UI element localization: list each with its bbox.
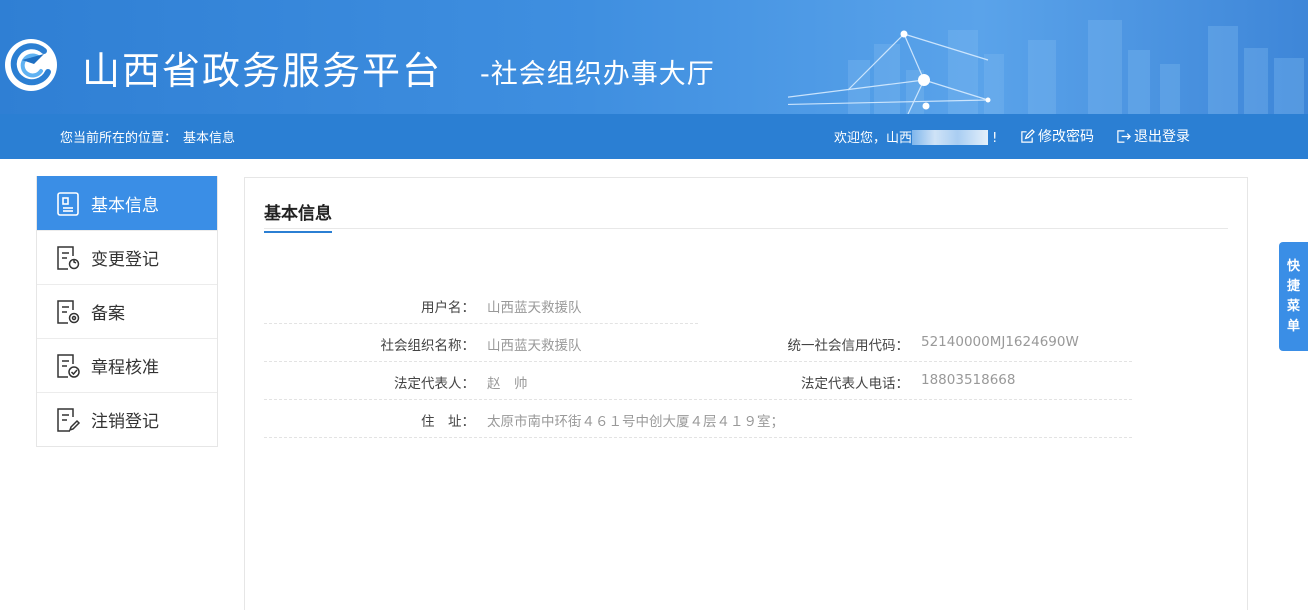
welcome-message: 欢迎您，山西 ! [834, 130, 998, 146]
field-credit-code: 统一社会信用代码： 52140000MJ1624690W [679, 323, 1139, 361]
field-org-name: 社会组织名称： 山西蓝天救援队 [245, 323, 705, 361]
profile-icon [57, 191, 79, 216]
row-divider [264, 437, 1132, 438]
logout-link[interactable]: 退出登录 [1116, 126, 1190, 146]
sidebar-item-change-registration[interactable]: 变更登记 [37, 230, 217, 284]
sidebar-item-label: 基本信息 [91, 196, 159, 216]
sidebar-menu: 基本信息 变更登记 备案 章程核准 注销登记 [36, 176, 218, 447]
platform-title: 山西省政务服务平台 [82, 49, 443, 93]
breadcrumb-label: 您当前所在的位置： [60, 131, 178, 146]
field-value: 赵 帅 [487, 376, 528, 392]
logout-label: 退出登录 [1134, 129, 1190, 145]
sidebar-item-label: 章程核准 [91, 358, 159, 378]
field-label: 法定代表人电话： [801, 376, 909, 392]
masked-username [912, 130, 989, 145]
field-value: 山西蓝天救援队 [487, 300, 582, 316]
field-value: 52140000MJ1624690W [921, 334, 1079, 350]
sidebar-item-label: 备案 [91, 304, 125, 324]
field-username: 用户名： 山西蓝天救援队 [245, 285, 705, 323]
field-label: 住 址： [421, 414, 475, 430]
quick-menu-tab[interactable]: 快捷菜单 [1279, 242, 1308, 351]
change-password-label: 修改密码 [1038, 129, 1094, 145]
sidebar-item-label: 注销登记 [91, 412, 159, 432]
field-label: 法定代表人： [394, 376, 475, 392]
quick-menu-label: 快捷菜单 [1286, 258, 1300, 334]
sidebar-item-label: 变更登记 [91, 250, 159, 270]
platform-subtitle: -社会组织办事大厅 [480, 59, 715, 90]
basic-info-panel: 基本信息 用户名： 山西蓝天救援队 社会组织名称： 山西蓝天救援队 统一社会信用… [244, 177, 1248, 610]
field-label: 社会组织名称： [380, 338, 476, 354]
change-password-link[interactable]: 修改密码 [1020, 126, 1094, 146]
top-navbar: 您当前所在的位置： 基本信息 欢迎您，山西 ! 修改密码 退出登录 [0, 114, 1308, 159]
logout-icon [1117, 129, 1131, 143]
field-legal-representative: 法定代表人： 赵 帅 [245, 361, 705, 399]
sidebar-item-filing[interactable]: 备案 [37, 284, 217, 338]
field-label: 用户名： [421, 300, 475, 316]
document-check-icon [57, 353, 80, 378]
document-settings-icon [57, 299, 80, 324]
welcome-text: 欢迎您，山西 [834, 131, 913, 146]
sidebar-item-charter-approval[interactable]: 章程核准 [37, 338, 217, 392]
document-edit-icon [57, 407, 81, 432]
sidebar-item-deregistration[interactable]: 注销登记 [37, 392, 217, 446]
breadcrumb: 您当前所在的位置： 基本信息 [60, 127, 235, 146]
field-legal-representative-phone: 法定代表人电话： 18803518668 [679, 361, 1139, 399]
edit-icon [1021, 128, 1035, 143]
document-refresh-icon [57, 245, 80, 270]
field-value: 太原市南中环街４６１号中创大厦４层４１９室； [487, 414, 784, 430]
city-skyline-decoration [788, 20, 1304, 114]
page-header: 山西省政务服务平台 -社会组织办事大厅 [0, 0, 1308, 114]
field-address: 住 址： 太原市南中环街４６１号中创大厦４层４１９室； [245, 399, 1145, 437]
sidebar-item-basic-info[interactable]: 基本信息 [37, 176, 217, 230]
field-value: 18803518668 [921, 372, 1016, 388]
platform-logo [5, 39, 57, 91]
panel-title-divider [264, 228, 1228, 229]
field-value: 山西蓝天救援队 [487, 338, 582, 354]
field-label: 统一社会信用代码： [787, 338, 910, 354]
breadcrumb-current: 基本信息 [183, 131, 236, 146]
